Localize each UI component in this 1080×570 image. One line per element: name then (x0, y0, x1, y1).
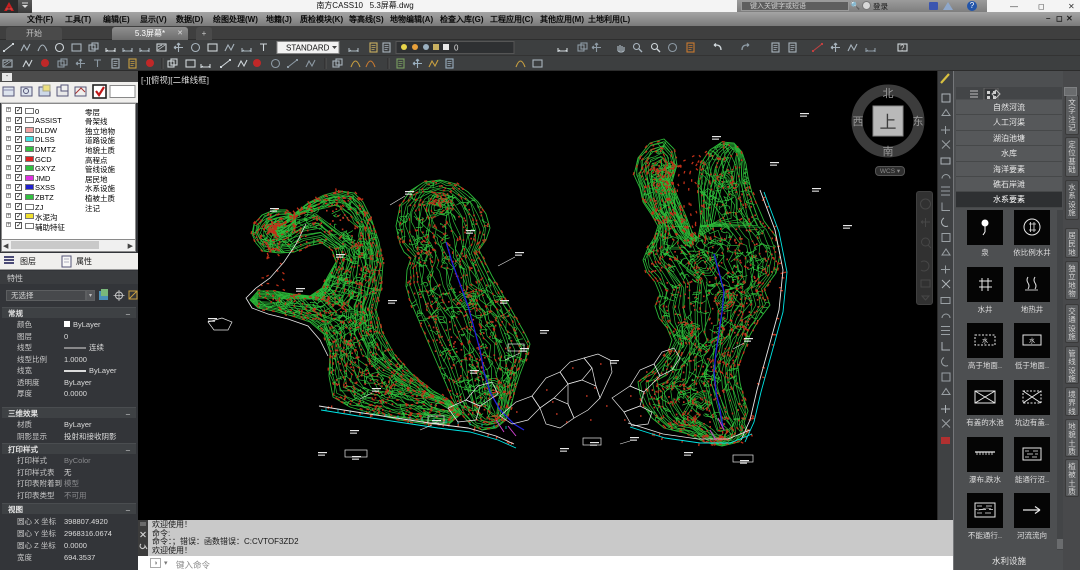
svg-text:上: 上 (880, 113, 897, 132)
svg-text:0: 0 (454, 44, 459, 53)
svg-text:西: 西 (853, 116, 864, 128)
svg-text:水: 水 (982, 337, 988, 345)
svg-text:?: ? (900, 44, 905, 53)
svg-text:北: 北 (883, 87, 894, 100)
svg-text:STANDARD: STANDARD (286, 44, 330, 53)
svg-text:南: 南 (883, 145, 894, 158)
svg-text:水: 水 (1029, 337, 1035, 345)
svg-text:东: 东 (913, 115, 924, 128)
